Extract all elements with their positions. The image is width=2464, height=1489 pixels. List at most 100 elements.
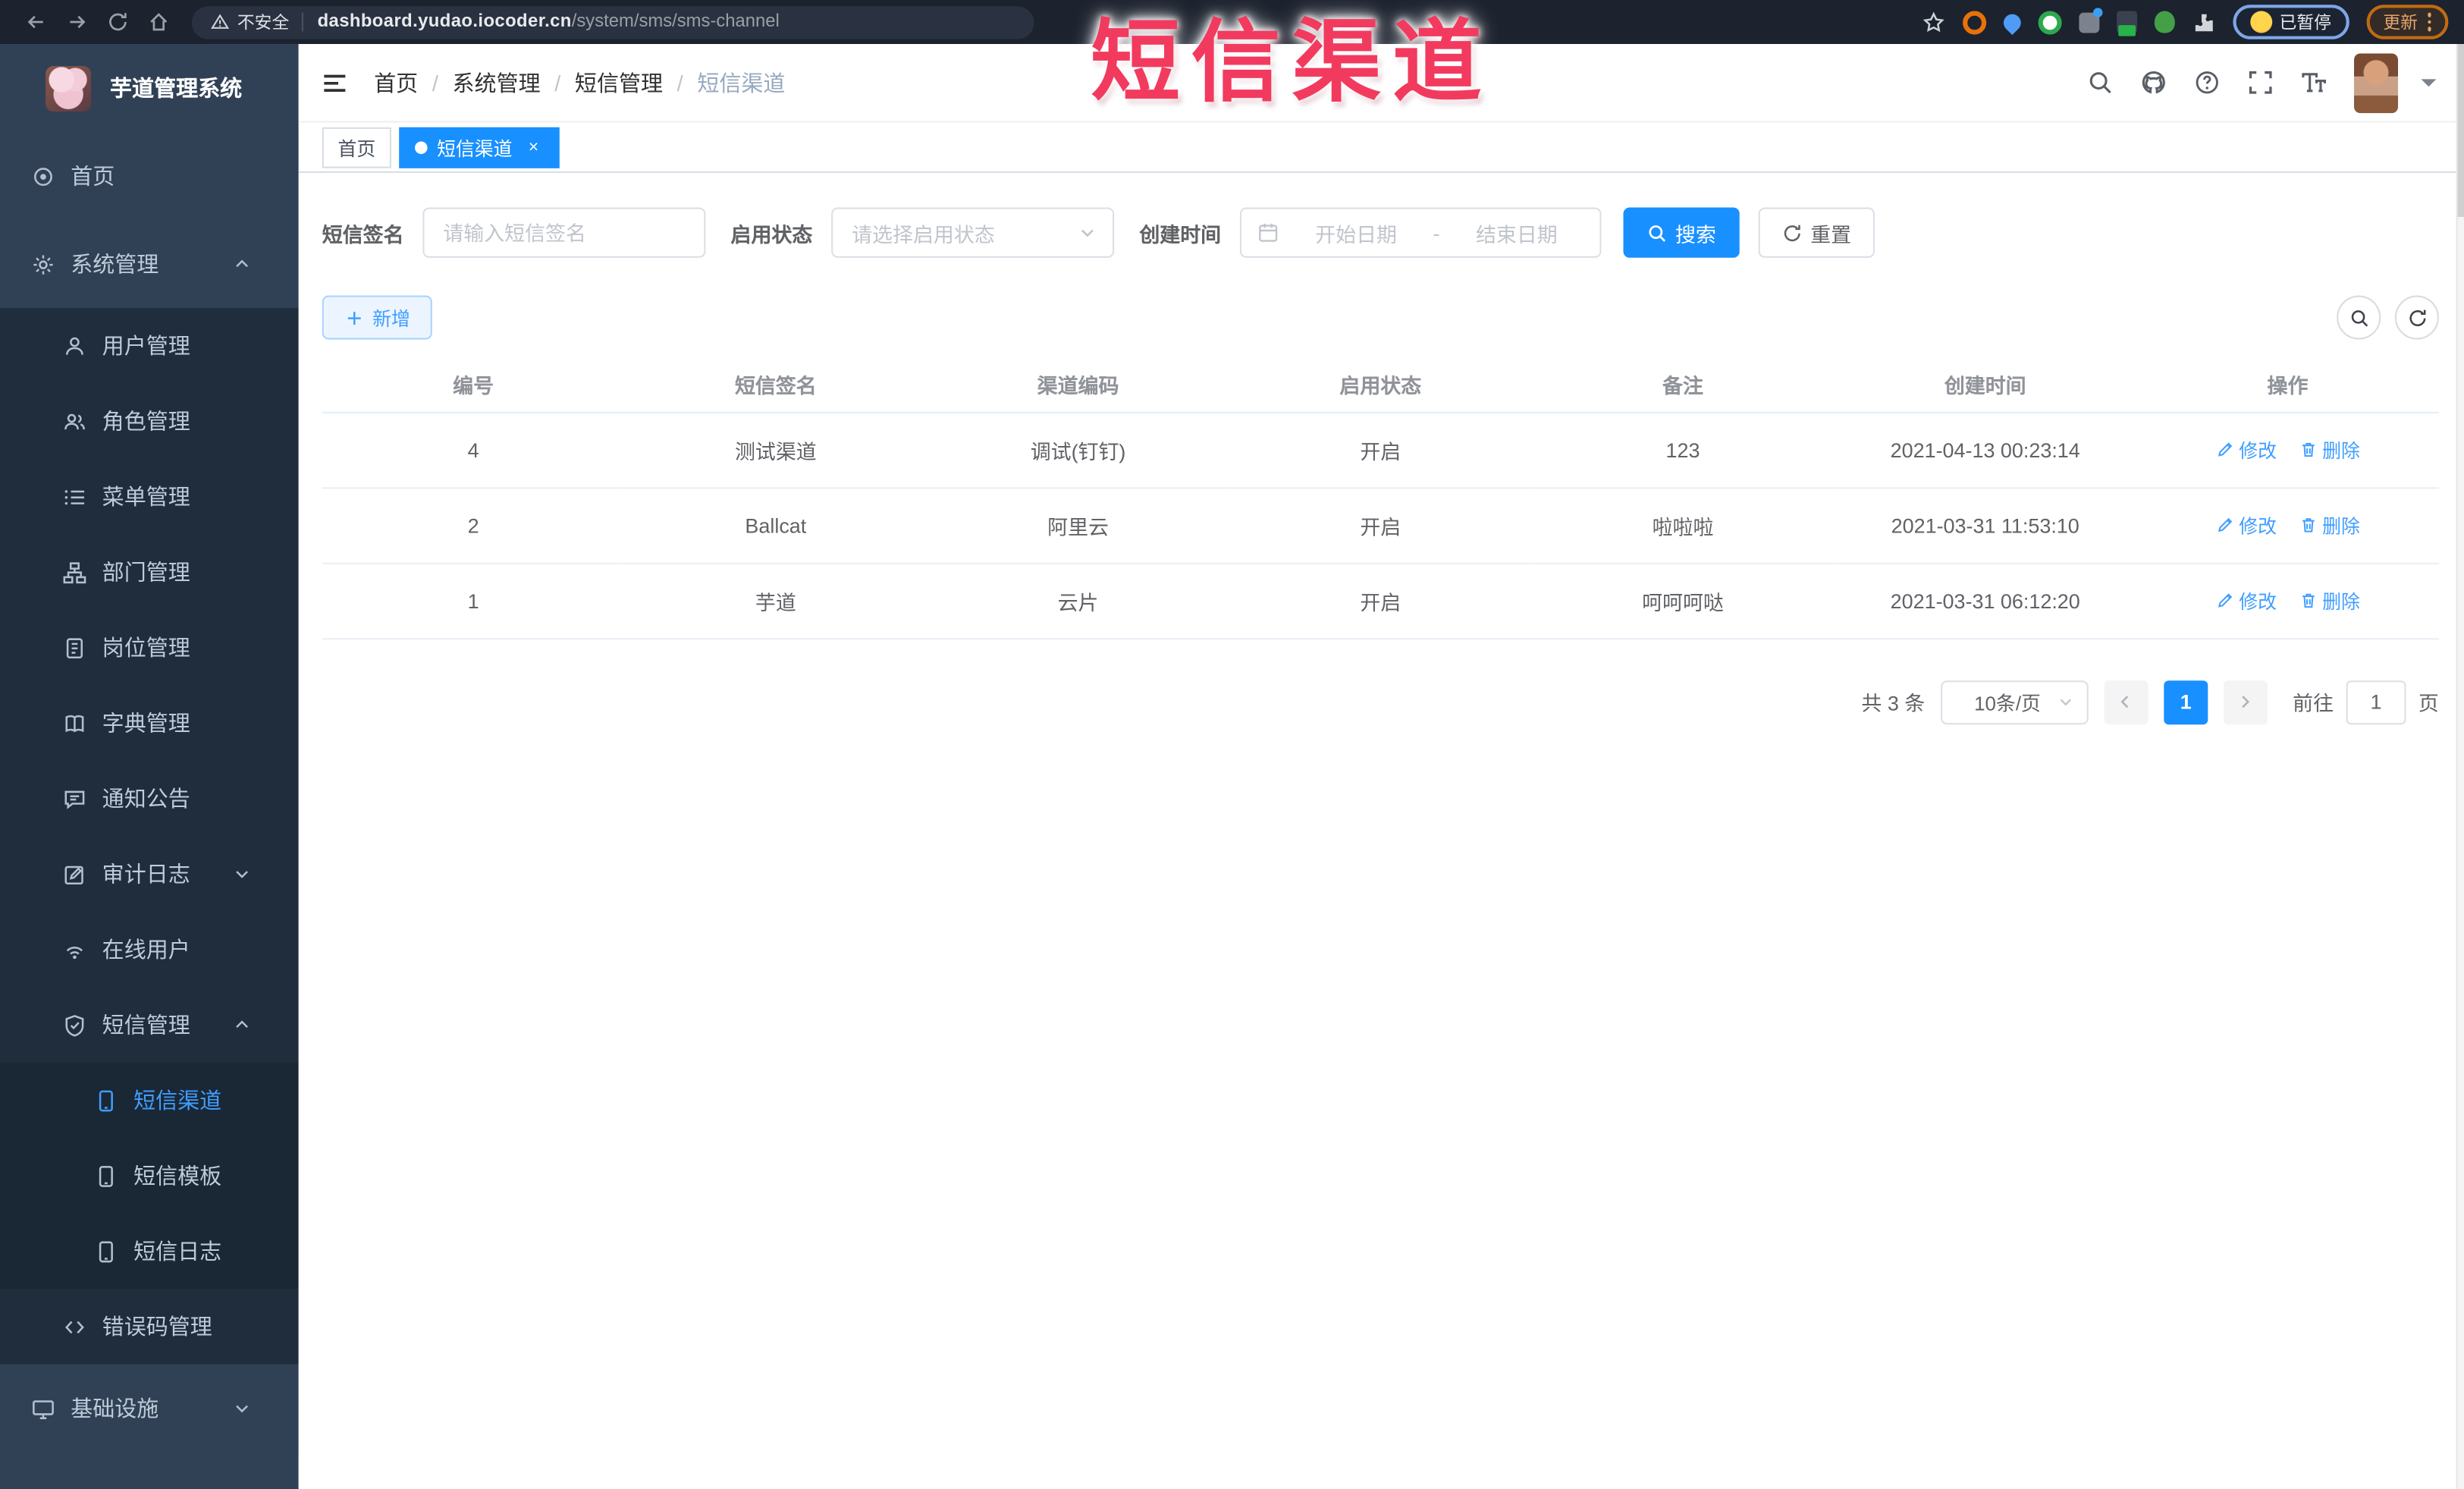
sidebar-item-link[interactable]: 岗位管理 bbox=[0, 609, 299, 686]
delete-link[interactable]: 删除 bbox=[2299, 587, 2360, 614]
help-icon[interactable] bbox=[2194, 69, 2221, 96]
hamburger-icon[interactable] bbox=[321, 68, 349, 96]
cell-id: 4 bbox=[322, 411, 625, 488]
font-size-icon[interactable] bbox=[2301, 69, 2327, 96]
address-bar[interactable]: 不安全 dashboard.yudao.iocoder.cn/system/sm… bbox=[191, 5, 1034, 39]
cell-sign: Ballcat bbox=[624, 487, 928, 564]
close-tab-icon[interactable]: × bbox=[523, 137, 544, 158]
scrollbar-thumb[interactable] bbox=[2457, 44, 2464, 217]
sidebar-item-link[interactable]: 短信管理 bbox=[0, 987, 299, 1063]
breadcrumb-item[interactable]: 系统管理 bbox=[453, 67, 541, 98]
extensions-puzzle-icon[interactable] bbox=[2192, 10, 2215, 33]
user-avatar[interactable] bbox=[2354, 52, 2399, 113]
cell-status: 开启 bbox=[1229, 487, 1532, 564]
sidebar-item-label: 岗位管理 bbox=[102, 635, 190, 661]
date-range-picker[interactable]: 开始日期 - 结束日期 bbox=[1239, 207, 1602, 258]
page-size-select[interactable]: 10条/页 bbox=[1940, 680, 2089, 724]
extension-leaf-icon[interactable] bbox=[2153, 11, 2174, 33]
github-icon[interactable] bbox=[2140, 69, 2167, 96]
prev-page-button[interactable] bbox=[2104, 680, 2149, 724]
sidebar-item-link[interactable]: 首页 bbox=[0, 132, 299, 221]
sidebar-item-link[interactable]: 用户管理 bbox=[0, 308, 299, 384]
chevron-up-icon bbox=[233, 1016, 252, 1035]
page-scrollbar[interactable] bbox=[2456, 44, 2464, 1489]
list-icon bbox=[63, 485, 86, 508]
browser-menu-icon[interactable] bbox=[2427, 13, 2431, 31]
edit-link[interactable]: 修改 bbox=[2215, 587, 2277, 614]
browser-back-icon[interactable] bbox=[16, 5, 57, 39]
chevron-down-icon[interactable] bbox=[2415, 69, 2442, 96]
tab-item[interactable]: 首页 bbox=[322, 127, 391, 168]
sidebar-item-label: 短信管理 bbox=[102, 1012, 190, 1038]
refresh-table-button[interactable] bbox=[2394, 295, 2439, 340]
app-logo[interactable]: 芋道管理系统 bbox=[0, 44, 299, 132]
sidebar-item-link[interactable]: 短信日志 bbox=[0, 1213, 299, 1290]
sidebar-item-link[interactable]: 通知公告 bbox=[0, 760, 299, 837]
end-date-placeholder[interactable]: 结束日期 bbox=[1449, 218, 1584, 247]
extension-pin-icon[interactable] bbox=[1999, 9, 2024, 35]
extension-gray-icon[interactable] bbox=[2078, 7, 2102, 33]
sidebar-item-link[interactable]: 系统管理 bbox=[0, 220, 299, 309]
page-number-button[interactable]: 1 bbox=[2164, 680, 2208, 724]
edit-label: 修改 bbox=[2239, 514, 2277, 537]
sidebar-item-label: 短信日志 bbox=[133, 1238, 222, 1264]
sidebar-item-link[interactable]: 部门管理 bbox=[0, 534, 299, 610]
reset-button[interactable]: 重置 bbox=[1758, 207, 1875, 258]
url-path[interactable]: /system/sms/sms-channel bbox=[572, 13, 780, 32]
cell-status: 开启 bbox=[1229, 411, 1532, 488]
sidebar-item-label: 用户管理 bbox=[102, 333, 190, 359]
cell-remark: 啦啦啦 bbox=[1531, 487, 1835, 564]
column-header: 备注 bbox=[1531, 358, 1835, 413]
sidebar-item-link[interactable]: 在线用户 bbox=[0, 911, 299, 988]
sidebar-item-link[interactable]: 短信模板 bbox=[0, 1138, 299, 1214]
browser-home-icon[interactable] bbox=[138, 5, 179, 39]
logo-image bbox=[46, 64, 92, 112]
cell-code: 云片 bbox=[927, 562, 1229, 639]
browser-update-button[interactable]: 更新 bbox=[2365, 5, 2449, 39]
tab-active[interactable]: 短信渠道 × bbox=[399, 127, 560, 168]
security-warning-icon[interactable] bbox=[211, 13, 230, 32]
goto-page-input[interactable] bbox=[2346, 680, 2406, 724]
cell-code: 调试(钉钉) bbox=[927, 411, 1229, 488]
dashboard-icon bbox=[31, 165, 55, 188]
edit-link[interactable]: 修改 bbox=[2215, 511, 2277, 538]
search-icon[interactable] bbox=[2087, 69, 2114, 96]
url-host[interactable]: dashboard.yudao.iocoder.cn bbox=[318, 13, 572, 32]
sidebar-item-link[interactable]: 基础设施 bbox=[0, 1364, 299, 1453]
sidebar-item-link[interactable]: 字典管理 bbox=[0, 685, 299, 761]
extension-notes-icon[interactable] bbox=[2116, 11, 2137, 36]
extension-orange-icon[interactable] bbox=[1962, 10, 1986, 34]
toggle-search-button[interactable] bbox=[2337, 295, 2381, 340]
security-label[interactable]: 不安全 bbox=[237, 9, 289, 34]
search-button[interactable]: 搜索 bbox=[1623, 207, 1740, 258]
browser-refresh-icon[interactable] bbox=[97, 5, 138, 39]
delete-link[interactable]: 删除 bbox=[2299, 511, 2360, 538]
sidebar-item-link[interactable]: 菜单管理 bbox=[0, 459, 299, 535]
column-header: 编号 bbox=[322, 358, 625, 413]
status-select[interactable]: 请选择启用状态 bbox=[831, 207, 1115, 258]
start-date-placeholder[interactable]: 开始日期 bbox=[1288, 218, 1423, 247]
chevron-down-icon bbox=[1078, 223, 1097, 242]
sidebar-item-link[interactable]: 角色管理 bbox=[0, 383, 299, 460]
add-button[interactable]: 新增 bbox=[322, 295, 432, 340]
profile-paused-chip[interactable]: 已暂停 bbox=[2232, 5, 2349, 39]
browser-extensions-area: 已暂停 更新 bbox=[1921, 5, 2449, 39]
sidebar-item-label: 错误码管理 bbox=[102, 1314, 212, 1340]
browser-forward-icon[interactable] bbox=[57, 5, 98, 39]
sidebar-item-label: 字典管理 bbox=[102, 710, 190, 736]
extension-green-icon[interactable] bbox=[2037, 10, 2061, 34]
sidebar-item-active[interactable]: 短信渠道 bbox=[0, 1062, 299, 1139]
breadcrumb-item[interactable]: 首页 bbox=[374, 67, 418, 98]
bookmark-star-icon[interactable] bbox=[1921, 10, 1945, 33]
fullscreen-icon[interactable] bbox=[2247, 69, 2274, 96]
sidebar-item-link[interactable]: 错误码管理 bbox=[0, 1289, 299, 1365]
app-window: 不安全 dashboard.yudao.iocoder.cn/system/sm… bbox=[0, 0, 2464, 1489]
sign-input[interactable] bbox=[422, 207, 706, 258]
breadcrumb-item[interactable]: 短信管理 bbox=[575, 67, 663, 98]
next-page-button[interactable] bbox=[2223, 680, 2268, 724]
edit-link[interactable]: 修改 bbox=[2215, 436, 2277, 463]
sidebar-item-link[interactable]: 审计日志 bbox=[0, 836, 299, 912]
delete-link[interactable]: 删除 bbox=[2299, 436, 2360, 463]
cell-id: 2 bbox=[322, 487, 625, 564]
cell-created: 2021-04-13 00:23:14 bbox=[1834, 411, 2137, 488]
